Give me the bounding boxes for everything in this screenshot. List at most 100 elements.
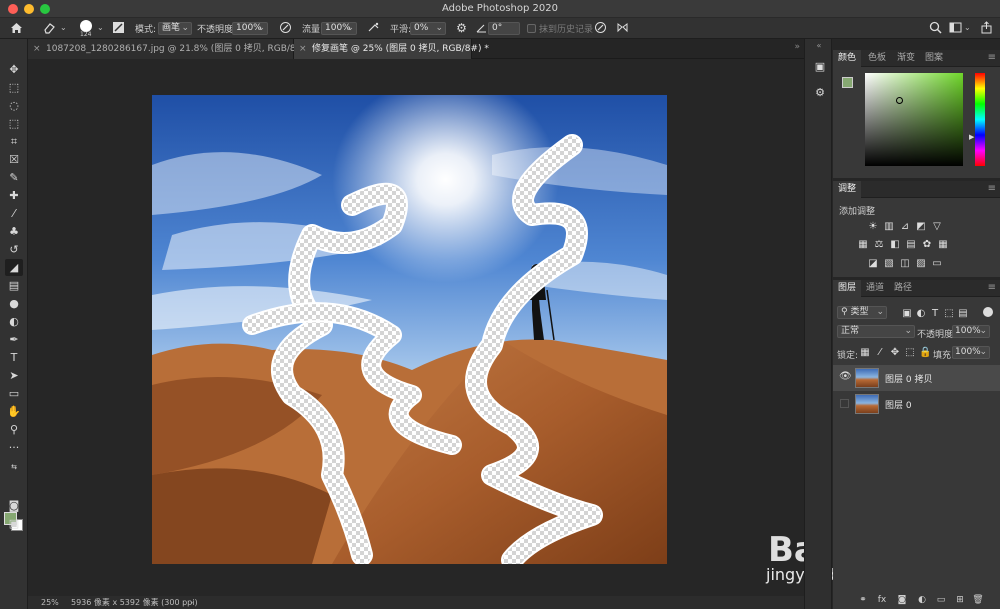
- dodge-icon[interactable]: ◐: [5, 313, 23, 330]
- gradient-map-icon[interactable]: ▭: [931, 258, 943, 269]
- zoom-icon[interactable]: ⚲: [5, 421, 23, 438]
- selective-color-icon[interactable]: ▨: [915, 258, 927, 269]
- color-picker-marker[interactable]: [896, 97, 903, 104]
- lock-artboard-icon[interactable]: ⬚: [904, 347, 916, 358]
- filter-pixel-icon[interactable]: ▣: [901, 308, 913, 319]
- photo-filter-icon[interactable]: ▤: [905, 239, 917, 250]
- panel-menu-icon[interactable]: ≡: [988, 183, 996, 194]
- lock-all-icon[interactable]: 🔒: [919, 347, 931, 358]
- pressure-opacity-icon[interactable]: [278, 21, 293, 36]
- pressure-size-icon[interactable]: [593, 21, 608, 36]
- lasso-icon[interactable]: ◌: [5, 97, 23, 114]
- rectangle-icon[interactable]: ▭: [5, 385, 23, 402]
- hue-saturation-icon[interactable]: ▦: [857, 239, 869, 250]
- new-group-icon[interactable]: ▭: [935, 594, 947, 606]
- filter-shape-icon[interactable]: ⬚: [943, 308, 955, 319]
- screen-mode-icon[interactable]: ▣: [5, 515, 23, 532]
- vibrance-icon[interactable]: ▽: [931, 221, 943, 232]
- layer-row[interactable]: 图层 0: [833, 391, 1000, 417]
- tab-swatches[interactable]: 色板: [863, 50, 891, 67]
- more-tools-icon[interactable]: ···: [5, 439, 23, 456]
- properties-panel-icon[interactable]: ⚙: [812, 85, 828, 101]
- brush-icon[interactable]: ⁄: [5, 205, 23, 222]
- tab-adjustments[interactable]: 调整: [833, 181, 862, 198]
- symmetry-icon[interactable]: [615, 21, 630, 36]
- mode-select[interactable]: 画笔 ⌄: [158, 22, 192, 35]
- marquee-icon[interactable]: ⬚: [5, 79, 23, 96]
- collapse-panels-icon[interactable]: »: [794, 42, 800, 52]
- history-panel-icon[interactable]: ▣: [812, 59, 828, 75]
- close-tab-icon[interactable]: ×: [33, 39, 41, 59]
- lock-position-icon[interactable]: ✥: [889, 347, 901, 358]
- eraser-preset-icon[interactable]: [42, 21, 57, 36]
- workspace-icon[interactable]: [948, 21, 963, 36]
- tab-paths[interactable]: 路径: [889, 280, 917, 297]
- frame-icon[interactable]: ☒: [5, 151, 23, 168]
- tab-color[interactable]: 颜色: [833, 50, 861, 67]
- crop-icon[interactable]: ⌗: [5, 133, 23, 150]
- status-menu-icon[interactable]: ›: [190, 596, 193, 609]
- layer-opacity-field[interactable]: 100% ⌄: [952, 325, 990, 338]
- angle-field[interactable]: 0°: [488, 22, 520, 35]
- lock-transparency-icon[interactable]: ▦: [859, 347, 871, 358]
- canvas-area[interactable]: Bai 经验: [28, 60, 932, 596]
- fill-field[interactable]: 100% ⌄: [952, 346, 990, 359]
- channel-mixer-icon[interactable]: ✿: [921, 239, 933, 250]
- new-layer-icon[interactable]: ⊞: [954, 594, 966, 606]
- visibility-eye-icon[interactable]: 👁: [839, 371, 852, 383]
- brush-settings-icon[interactable]: [111, 21, 126, 36]
- color-balance-icon[interactable]: ⚖: [873, 239, 885, 250]
- eraser-icon[interactable]: ◢: [5, 259, 23, 276]
- filter-type-icon[interactable]: T: [929, 308, 941, 319]
- zoom-level[interactable]: 25%: [41, 596, 59, 609]
- tab-patterns[interactable]: 图案: [920, 50, 948, 67]
- lock-image-icon[interactable]: ⁄: [874, 347, 886, 358]
- preset-dropdown-icon[interactable]: ⌄: [60, 23, 67, 32]
- home-icon[interactable]: [9, 21, 24, 36]
- brightness-icon[interactable]: ☀: [867, 221, 879, 232]
- erase-history-checkbox[interactable]: [527, 24, 536, 33]
- curves-icon[interactable]: ⊿: [899, 221, 911, 232]
- object-select-icon[interactable]: ⬚: [5, 115, 23, 132]
- opacity-field[interactable]: 100% ⌄: [232, 22, 268, 35]
- history-brush-icon[interactable]: ↺: [5, 241, 23, 258]
- color-lookup-icon[interactable]: ▦: [937, 239, 949, 250]
- hue-slider[interactable]: [975, 73, 985, 166]
- panel-menu-icon[interactable]: ≡: [988, 52, 996, 63]
- color-field[interactable]: [865, 73, 963, 166]
- flow-field[interactable]: 100% ⌄: [321, 22, 357, 35]
- layer-style-icon[interactable]: fx: [876, 594, 888, 606]
- eyedropper-icon[interactable]: ✎: [5, 169, 23, 186]
- tab-layers[interactable]: 图层: [833, 280, 862, 297]
- type-icon[interactable]: T: [5, 349, 23, 366]
- layer-row[interactable]: 👁 图层 0 拷贝: [833, 365, 1000, 391]
- airbrush-icon[interactable]: [366, 21, 381, 36]
- clone-stamp-icon[interactable]: ♣: [5, 223, 23, 240]
- blur-icon[interactable]: ●: [5, 295, 23, 312]
- tab-gradients[interactable]: 渐变: [892, 50, 920, 67]
- search-icon[interactable]: [928, 21, 943, 36]
- black-white-icon[interactable]: ◧: [889, 239, 901, 250]
- smoothing-field[interactable]: 0% ⌄: [410, 22, 446, 35]
- hand-icon[interactable]: ✋: [5, 403, 23, 420]
- link-layers-icon[interactable]: ⚭: [857, 594, 869, 606]
- levels-icon[interactable]: ▥: [883, 221, 895, 232]
- move-icon[interactable]: ✥: [5, 61, 23, 78]
- invert-icon[interactable]: ◪: [867, 258, 879, 269]
- path-select-icon[interactable]: ➤: [5, 367, 23, 384]
- visibility-toggle-empty[interactable]: [840, 399, 849, 408]
- gradient-icon[interactable]: ▤: [5, 277, 23, 294]
- quick-mask-icon[interactable]: ◙: [5, 497, 23, 514]
- brush-dropdown-icon[interactable]: ⌄: [97, 23, 104, 32]
- blend-mode-select[interactable]: 正常 ⌄: [837, 325, 915, 338]
- layer-filter-select[interactable]: ⚲ 类型 ⌄: [837, 306, 887, 319]
- color-fg-swatch[interactable]: [842, 77, 853, 88]
- tab-document-1[interactable]: × 1087208_1280286167.jpg @ 21.8% (图层 0 拷…: [28, 39, 314, 59]
- dock-collapse-icon[interactable]: «: [805, 41, 833, 50]
- gear-icon[interactable]: ⚙: [454, 21, 469, 36]
- pen-icon[interactable]: ✒: [5, 331, 23, 348]
- tab-document-2[interactable]: × 修复画笔 @ 25% (图层 0 拷贝, RGB/8#) *: [294, 39, 489, 59]
- workspace-dropdown-icon[interactable]: ⌄: [964, 23, 971, 32]
- share-icon[interactable]: [979, 21, 994, 36]
- close-tab-icon[interactable]: ×: [299, 39, 307, 59]
